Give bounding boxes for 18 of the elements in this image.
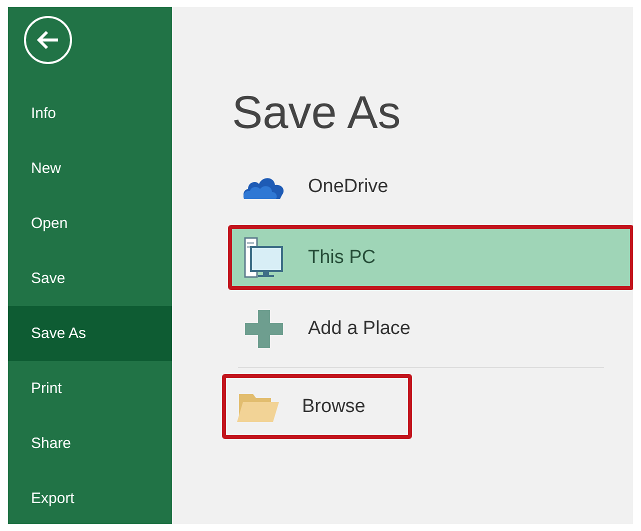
menu-item[interactable]: Save [8,251,172,306]
place-item[interactable]: Browse [222,374,412,439]
back-button[interactable] [24,16,72,64]
place-item[interactable]: Add a Place [228,296,633,361]
place-item[interactable]: This PC [228,225,633,290]
computer-icon [244,236,284,278]
page-title: Save As [232,85,402,140]
back-arrow-icon [36,30,60,50]
menu-item[interactable]: Print [8,361,172,416]
menu-item[interactable]: Open [8,196,172,251]
menu-item[interactable]: Export [8,471,172,524]
menu-item[interactable]: New [8,141,172,196]
menu-item[interactable]: Share [8,416,172,471]
menu-item[interactable]: Save As [8,306,172,361]
place-item[interactable]: OneDrive [228,154,633,219]
folder-icon [237,392,279,422]
menu-item[interactable]: Info [8,86,172,141]
plus-icon [245,310,283,348]
